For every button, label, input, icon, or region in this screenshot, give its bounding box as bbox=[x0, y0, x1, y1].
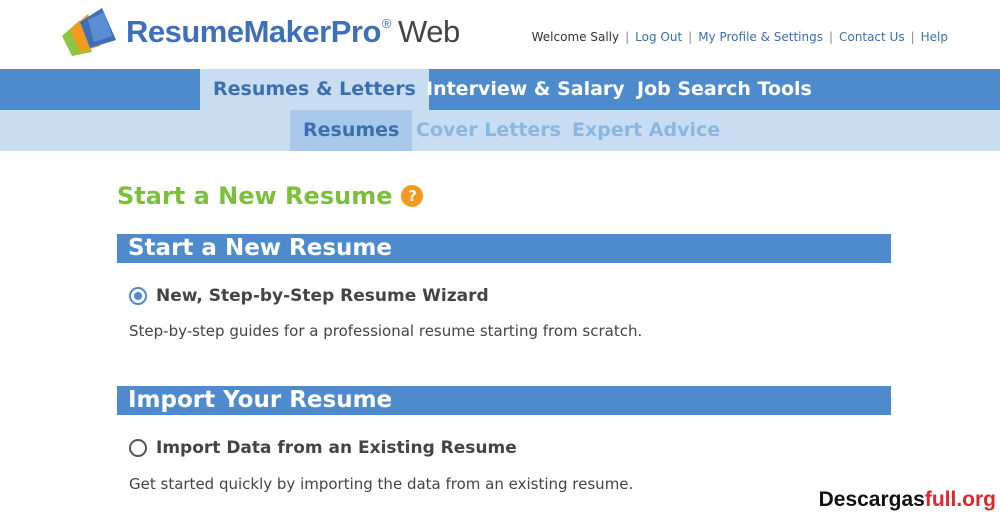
divider: | bbox=[688, 30, 693, 44]
import-description: Get started quickly by importing the dat… bbox=[129, 475, 634, 493]
logout-link[interactable]: Log Out bbox=[635, 30, 682, 44]
secondary-nav: Resumes Cover Letters Expert Advice bbox=[0, 110, 1000, 151]
profile-settings-link[interactable]: My Profile & Settings bbox=[698, 30, 823, 44]
nav-job-search-tools[interactable]: Job Search Tools bbox=[624, 69, 825, 110]
option-import[interactable]: Import Data from an Existing Resume bbox=[129, 438, 517, 458]
nav-resumes-letters[interactable]: Resumes & Letters bbox=[200, 69, 429, 110]
divider: | bbox=[625, 30, 630, 44]
logo-wordmark: ResumeMakerPro® Web bbox=[126, 14, 460, 50]
help-icon[interactable]: ? bbox=[401, 185, 424, 207]
page-title: Start a New Resume ? bbox=[117, 182, 424, 210]
wizard-option-label[interactable]: New, Step-by-Step Resume Wizard bbox=[156, 286, 489, 306]
welcome-text: Welcome Sally bbox=[531, 30, 620, 44]
page-title-text: Start a New Resume bbox=[117, 182, 393, 210]
option-wizard[interactable]: New, Step-by-Step Resume Wizard bbox=[129, 286, 489, 306]
logo-brand-suffix: Pro bbox=[330, 14, 382, 49]
import-option-label[interactable]: Import Data from an Existing Resume bbox=[156, 438, 517, 458]
divider: | bbox=[829, 30, 834, 44]
top-links: Welcome Sally | Log Out | My Profile & Setti… bbox=[532, 30, 948, 44]
subnav-resumes[interactable]: Resumes bbox=[290, 110, 413, 151]
watermark-part2: full.org bbox=[924, 488, 996, 511]
import-radio[interactable] bbox=[129, 439, 147, 457]
section-heading-import-resume: Import Your Resume bbox=[117, 386, 891, 415]
nav-interview-salary[interactable]: Interview & Salary bbox=[413, 69, 638, 110]
section-heading-new-resume: Start a New Resume bbox=[117, 234, 891, 263]
wizard-description: Step-by-step guides for a professional r… bbox=[129, 322, 643, 340]
watermark-part1: Descargas bbox=[818, 488, 925, 511]
logo-product: Web bbox=[398, 14, 460, 49]
primary-nav: Resumes & Letters Interview & Salary Job… bbox=[0, 69, 1000, 110]
logo-brand: ResumeMaker bbox=[126, 14, 331, 49]
contact-us-link[interactable]: Contact Us bbox=[839, 30, 905, 44]
divider: | bbox=[910, 30, 915, 44]
logo-reg-mark: ® bbox=[381, 16, 392, 31]
logo[interactable]: ResumeMakerPro® Web bbox=[58, 6, 460, 58]
subnav-expert-advice[interactable]: Expert Advice bbox=[559, 110, 733, 151]
help-link[interactable]: Help bbox=[921, 30, 948, 44]
subnav-cover-letters[interactable]: Cover Letters bbox=[403, 110, 574, 151]
logo-icon bbox=[62, 8, 116, 56]
watermark: Descargasfull.org bbox=[819, 488, 996, 512]
wizard-radio[interactable] bbox=[129, 287, 147, 305]
